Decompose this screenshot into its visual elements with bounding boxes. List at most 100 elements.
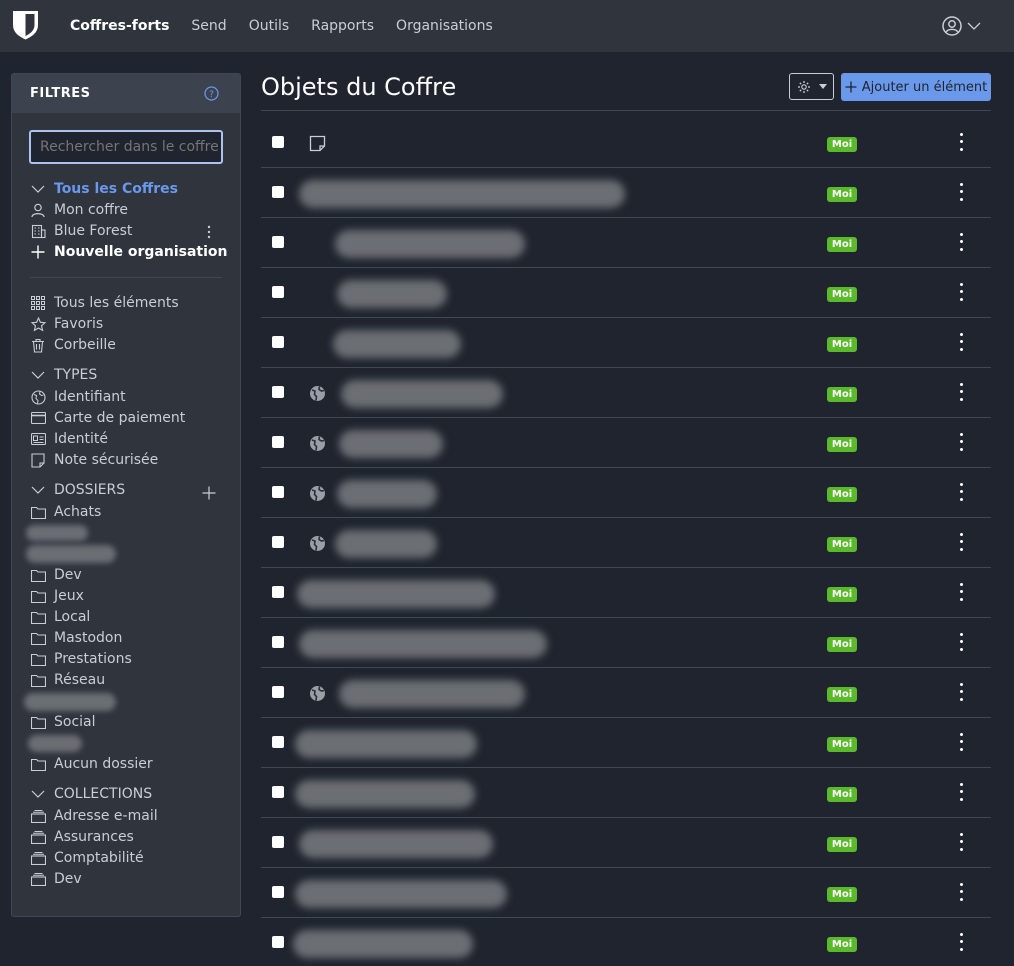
folder-item[interactable]: Aucun dossier — [30, 754, 153, 774]
row-checkbox[interactable] — [272, 136, 284, 148]
vault-item-row[interactable]: Moi — [261, 168, 991, 218]
vault-item-row[interactable]: Moi — [261, 468, 991, 518]
item-name-redacted[interactable] — [299, 630, 547, 658]
nav-organizations[interactable]: Organisations — [396, 18, 493, 34]
vault-item-row[interactable]: Moi — [261, 518, 991, 568]
row-options-icon[interactable] — [957, 931, 965, 953]
vault-item-row[interactable]: Moi — [261, 418, 991, 468]
row-checkbox[interactable] — [272, 436, 284, 448]
folder-item[interactable]: Social — [30, 712, 96, 732]
org-options-icon[interactable] — [206, 224, 212, 244]
item-name-redacted[interactable] — [335, 230, 525, 258]
collections-header[interactable]: COLLECTIONS — [30, 784, 152, 804]
row-checkbox[interactable] — [272, 886, 284, 898]
row-checkbox[interactable] — [272, 386, 284, 398]
row-options-icon[interactable] — [957, 731, 965, 753]
folder-item[interactable]: Réseau — [30, 670, 105, 690]
types-header[interactable]: TYPES — [30, 365, 97, 385]
type-identity[interactable]: Identité — [30, 429, 108, 449]
folders-header[interactable]: DOSSIERS — [30, 480, 125, 500]
vault-item-row[interactable]: Moi — [261, 568, 991, 618]
type-card[interactable]: Carte de paiement — [30, 408, 185, 428]
row-options-icon[interactable] — [957, 581, 965, 603]
row-checkbox[interactable] — [272, 686, 284, 698]
row-checkbox[interactable] — [272, 286, 284, 298]
item-name-redacted[interactable] — [299, 830, 493, 858]
row-options-icon[interactable] — [957, 381, 965, 403]
folder-item[interactable]: Jeux — [30, 586, 84, 606]
filter-favorites[interactable]: Favoris — [30, 314, 103, 334]
vault-item-row[interactable]: Moi — [261, 318, 991, 368]
nav-send[interactable]: Send — [191, 18, 226, 34]
vault-item-row[interactable]: Moi — [261, 868, 991, 918]
row-checkbox[interactable] — [272, 636, 284, 648]
row-checkbox[interactable] — [272, 736, 284, 748]
row-options-icon[interactable] — [957, 231, 965, 253]
collection-item[interactable]: Assurances — [30, 827, 134, 847]
row-options-icon[interactable] — [957, 781, 965, 803]
item-name-redacted[interactable] — [341, 380, 503, 408]
vault-item-row[interactable]: Moi — [261, 668, 991, 718]
row-checkbox[interactable] — [272, 836, 284, 848]
nav-reports[interactable]: Rapports — [311, 18, 374, 34]
row-options-icon[interactable] — [957, 631, 965, 653]
item-name-redacted[interactable] — [297, 580, 495, 608]
nav-tools[interactable]: Outils — [249, 18, 289, 34]
item-name-redacted[interactable] — [299, 180, 625, 208]
folder-item[interactable]: Achats — [30, 502, 101, 522]
row-options-icon[interactable] — [957, 331, 965, 353]
folder-item[interactable]: Dev — [30, 565, 82, 585]
row-options-icon[interactable] — [957, 881, 965, 903]
collection-item[interactable]: Adresse e-mail — [30, 806, 158, 826]
row-checkbox[interactable] — [272, 486, 284, 498]
row-checkbox[interactable] — [272, 336, 284, 348]
vault-item-row[interactable]: Moi — [261, 118, 991, 168]
item-name-redacted[interactable] — [337, 480, 437, 508]
row-options-icon[interactable] — [957, 831, 965, 853]
row-options-icon[interactable] — [957, 281, 965, 303]
vault-item-row[interactable]: Moi — [261, 768, 991, 818]
vault-item-row[interactable]: Moi — [261, 918, 991, 966]
row-options-icon[interactable] — [957, 181, 965, 203]
vault-mine[interactable]: Mon coffre — [30, 200, 128, 220]
vault-item-row[interactable]: Moi — [261, 718, 991, 768]
filter-trash[interactable]: Corbeille — [30, 335, 116, 355]
vault-item-row[interactable]: Moi — [261, 368, 991, 418]
filter-all-items[interactable]: Tous les éléments — [30, 293, 179, 313]
search-input[interactable] — [29, 130, 223, 164]
vault-item-row[interactable]: Moi — [261, 818, 991, 868]
vault-org[interactable]: Blue Forest — [30, 221, 132, 241]
row-options-icon[interactable] — [957, 681, 965, 703]
new-organization-button[interactable]: Nouvelle organisation — [30, 242, 228, 262]
add-folder-icon[interactable] — [202, 486, 216, 504]
row-checkbox[interactable] — [272, 786, 284, 798]
vault-item-row[interactable]: Moi — [261, 618, 991, 668]
collection-item[interactable]: Comptabilité — [30, 848, 144, 868]
folder-item[interactable]: Mastodon — [30, 628, 122, 648]
item-name-redacted[interactable] — [339, 680, 525, 708]
folder-item[interactable]: Prestations — [30, 649, 132, 669]
item-name-redacted[interactable] — [339, 430, 443, 458]
collection-item[interactable]: Dev — [30, 869, 82, 889]
row-checkbox[interactable] — [272, 586, 284, 598]
row-checkbox[interactable] — [272, 186, 284, 198]
options-dropdown-button[interactable] — [789, 73, 834, 100]
add-item-button[interactable]: Ajouter un élément — [841, 73, 991, 101]
item-name-redacted[interactable] — [295, 780, 475, 808]
row-options-icon[interactable] — [957, 531, 965, 553]
row-options-icon[interactable] — [957, 131, 965, 153]
item-name-redacted[interactable] — [333, 330, 461, 358]
row-checkbox[interactable] — [272, 936, 284, 948]
item-name-redacted[interactable] — [293, 930, 473, 958]
vault-all[interactable]: Tous les Coffres — [30, 179, 178, 199]
vault-item-row[interactable]: Moi — [261, 268, 991, 318]
item-name-redacted[interactable] — [295, 730, 477, 758]
item-name-redacted[interactable] — [335, 530, 437, 558]
vault-item-row[interactable]: Moi — [261, 218, 991, 268]
folder-item[interactable]: Local — [30, 607, 90, 627]
type-login[interactable]: Identifiant — [30, 387, 126, 407]
row-checkbox[interactable] — [272, 236, 284, 248]
help-icon[interactable]: ? — [204, 86, 219, 101]
bitwarden-logo-icon[interactable] — [12, 10, 39, 40]
row-options-icon[interactable] — [957, 481, 965, 503]
